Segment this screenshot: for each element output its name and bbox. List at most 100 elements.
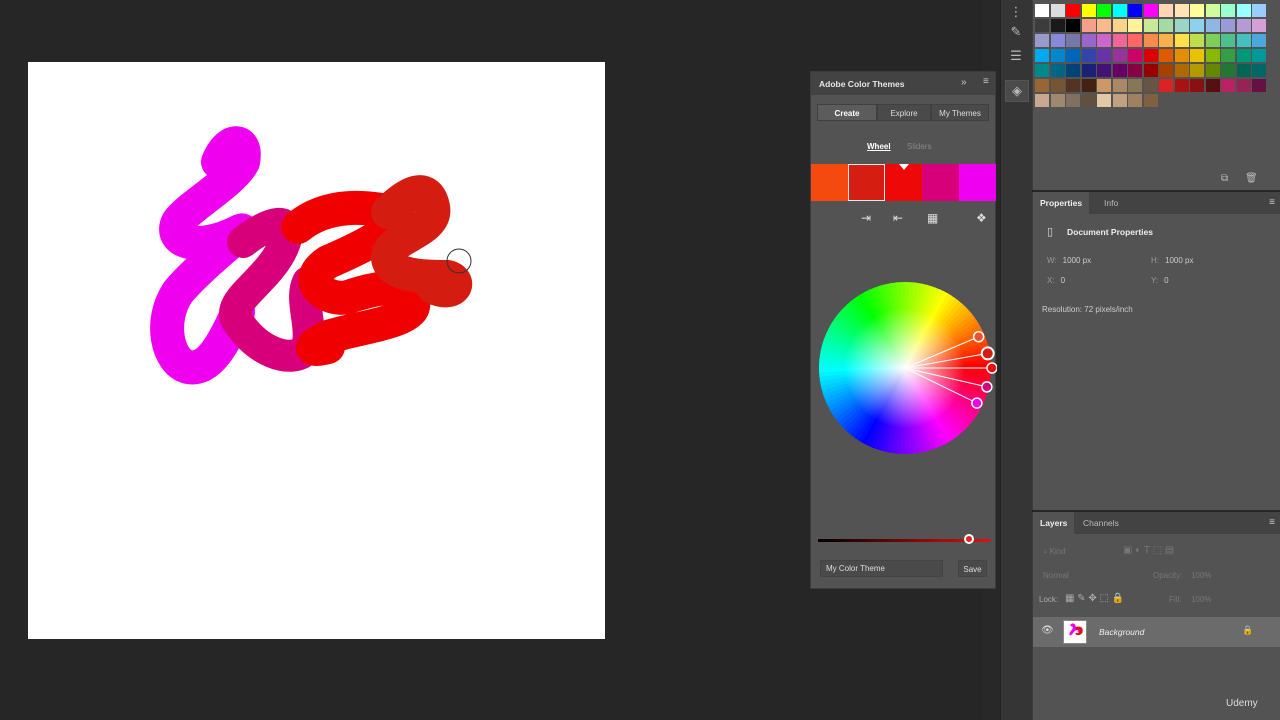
color-swatch[interactable]	[1128, 49, 1142, 62]
color-swatch[interactable]	[1112, 49, 1127, 62]
color-swatch[interactable]	[1035, 79, 1049, 92]
harmony-icon[interactable]: ❖	[976, 211, 987, 225]
color-swatch[interactable]	[1066, 79, 1080, 92]
color-swatch[interactable]	[1097, 79, 1111, 92]
color-swatch[interactable]	[1112, 94, 1127, 107]
color-swatch[interactable]	[1190, 19, 1204, 32]
color-swatch[interactable]	[1205, 19, 1220, 32]
opacity-input[interactable]: 100%	[1191, 571, 1211, 580]
color-swatch[interactable]	[1097, 64, 1111, 77]
filter-kind[interactable]: ⌕ Kind	[1043, 547, 1066, 557]
wheel-handle[interactable]	[980, 346, 995, 361]
color-swatch[interactable]	[1035, 34, 1049, 47]
color-swatch[interactable]	[1143, 79, 1158, 92]
theme-swatch-4[interactable]	[922, 164, 959, 201]
color-swatch[interactable]	[1159, 19, 1173, 32]
color-swatch[interactable]	[1174, 19, 1189, 32]
color-swatch[interactable]	[1035, 64, 1049, 77]
color-swatch[interactable]	[1190, 79, 1204, 92]
layer-row[interactable]: 👁 Background 🔒	[1033, 617, 1280, 647]
color-swatch[interactable]	[1035, 4, 1049, 17]
color-swatch[interactable]	[1252, 79, 1266, 92]
color-swatch[interactable]	[1066, 34, 1080, 47]
color-swatch[interactable]	[1159, 4, 1173, 17]
color-swatch[interactable]	[1190, 4, 1204, 17]
color-swatch[interactable]	[1066, 4, 1080, 17]
color-swatch[interactable]	[1097, 94, 1111, 107]
wheel-handle[interactable]	[971, 397, 983, 409]
color-swatch[interactable]	[1112, 19, 1127, 32]
color-swatch[interactable]	[1252, 64, 1266, 77]
color-swatch[interactable]	[1112, 34, 1127, 47]
color-swatch[interactable]	[1081, 64, 1096, 77]
color-swatch[interactable]	[1143, 19, 1158, 32]
color-swatch[interactable]	[1128, 64, 1142, 77]
color-swatch[interactable]	[1221, 64, 1235, 77]
color-swatch[interactable]	[1205, 64, 1220, 77]
color-swatch[interactable]	[1081, 19, 1096, 32]
color-swatch[interactable]	[1128, 79, 1142, 92]
color-swatch[interactable]	[1081, 94, 1096, 107]
tab-info[interactable]: Info	[1097, 192, 1125, 214]
color-swatch[interactable]	[1205, 49, 1220, 62]
color-swatch[interactable]	[1128, 4, 1142, 17]
color-swatch[interactable]	[1066, 94, 1080, 107]
color-swatch[interactable]	[1174, 34, 1189, 47]
color-swatch[interactable]	[1050, 79, 1065, 92]
color-swatch[interactable]	[1066, 49, 1080, 62]
blend-mode-select[interactable]: Normal	[1043, 571, 1069, 580]
color-swatch[interactable]	[1097, 4, 1111, 17]
tab-properties[interactable]: Properties	[1033, 192, 1090, 214]
tab-explore[interactable]: Explore	[877, 104, 931, 121]
color-swatch[interactable]	[1081, 79, 1096, 92]
tab-my-themes[interactable]: My Themes	[931, 104, 989, 121]
theme-swatch-2[interactable]	[848, 164, 885, 201]
add-from-bg-icon[interactable]: ⇤	[893, 211, 903, 225]
color-swatch[interactable]	[1221, 34, 1235, 47]
color-swatch[interactable]	[1050, 49, 1065, 62]
color-swatch[interactable]	[1252, 4, 1266, 17]
color-swatch[interactable]	[1143, 94, 1158, 107]
new-swatch-icon[interactable]: ⧉	[1221, 173, 1228, 184]
color-swatch[interactable]	[1050, 94, 1065, 107]
color-swatch[interactable]	[1081, 4, 1096, 17]
color-swatch[interactable]	[1174, 4, 1189, 17]
color-swatch[interactable]	[1252, 34, 1266, 47]
x-field[interactable]: X: 0	[1047, 276, 1065, 285]
subtab-wheel[interactable]: Wheel	[867, 142, 891, 151]
subtab-sliders[interactable]: Sliders	[907, 142, 931, 151]
width-field[interactable]: W: 1000 px	[1047, 256, 1091, 265]
color-swatch[interactable]	[1143, 49, 1158, 62]
color-swatch[interactable]	[1221, 4, 1235, 17]
color-swatch[interactable]	[1236, 4, 1251, 17]
y-field[interactable]: Y: 0	[1151, 276, 1169, 285]
color-swatch[interactable]	[1035, 49, 1049, 62]
color-swatch[interactable]	[1050, 4, 1065, 17]
color-swatch[interactable]	[1112, 64, 1127, 77]
color-swatch[interactable]	[1236, 79, 1251, 92]
color-swatch[interactable]	[1097, 49, 1111, 62]
wheel-handle[interactable]	[986, 362, 997, 374]
color-swatch[interactable]	[1174, 64, 1189, 77]
brush-settings-icon[interactable]: ✎	[1005, 22, 1027, 42]
color-swatch[interactable]	[1112, 79, 1127, 92]
color-swatch[interactable]	[1221, 19, 1235, 32]
color-swatch[interactable]	[1174, 49, 1189, 62]
color-swatch[interactable]	[1174, 79, 1189, 92]
color-swatch[interactable]	[1081, 49, 1096, 62]
tab-layers[interactable]: Layers	[1033, 512, 1075, 534]
color-swatch[interactable]	[1097, 19, 1111, 32]
color-wheel[interactable]	[811, 272, 997, 462]
color-swatch[interactable]	[1159, 34, 1173, 47]
color-swatch[interactable]	[1190, 49, 1204, 62]
color-swatch[interactable]	[1252, 49, 1266, 62]
color-swatch[interactable]	[1252, 19, 1266, 32]
color-swatch[interactable]	[1128, 19, 1142, 32]
color-swatch[interactable]	[1143, 34, 1158, 47]
color-swatch[interactable]	[1159, 64, 1173, 77]
color-swatch[interactable]	[1236, 34, 1251, 47]
color-swatch[interactable]	[1081, 34, 1096, 47]
theme-name-input[interactable]: My Color Theme	[820, 560, 943, 577]
panel-menu-icon[interactable]: ≡	[1269, 197, 1275, 208]
wheel-handle[interactable]	[981, 381, 993, 393]
